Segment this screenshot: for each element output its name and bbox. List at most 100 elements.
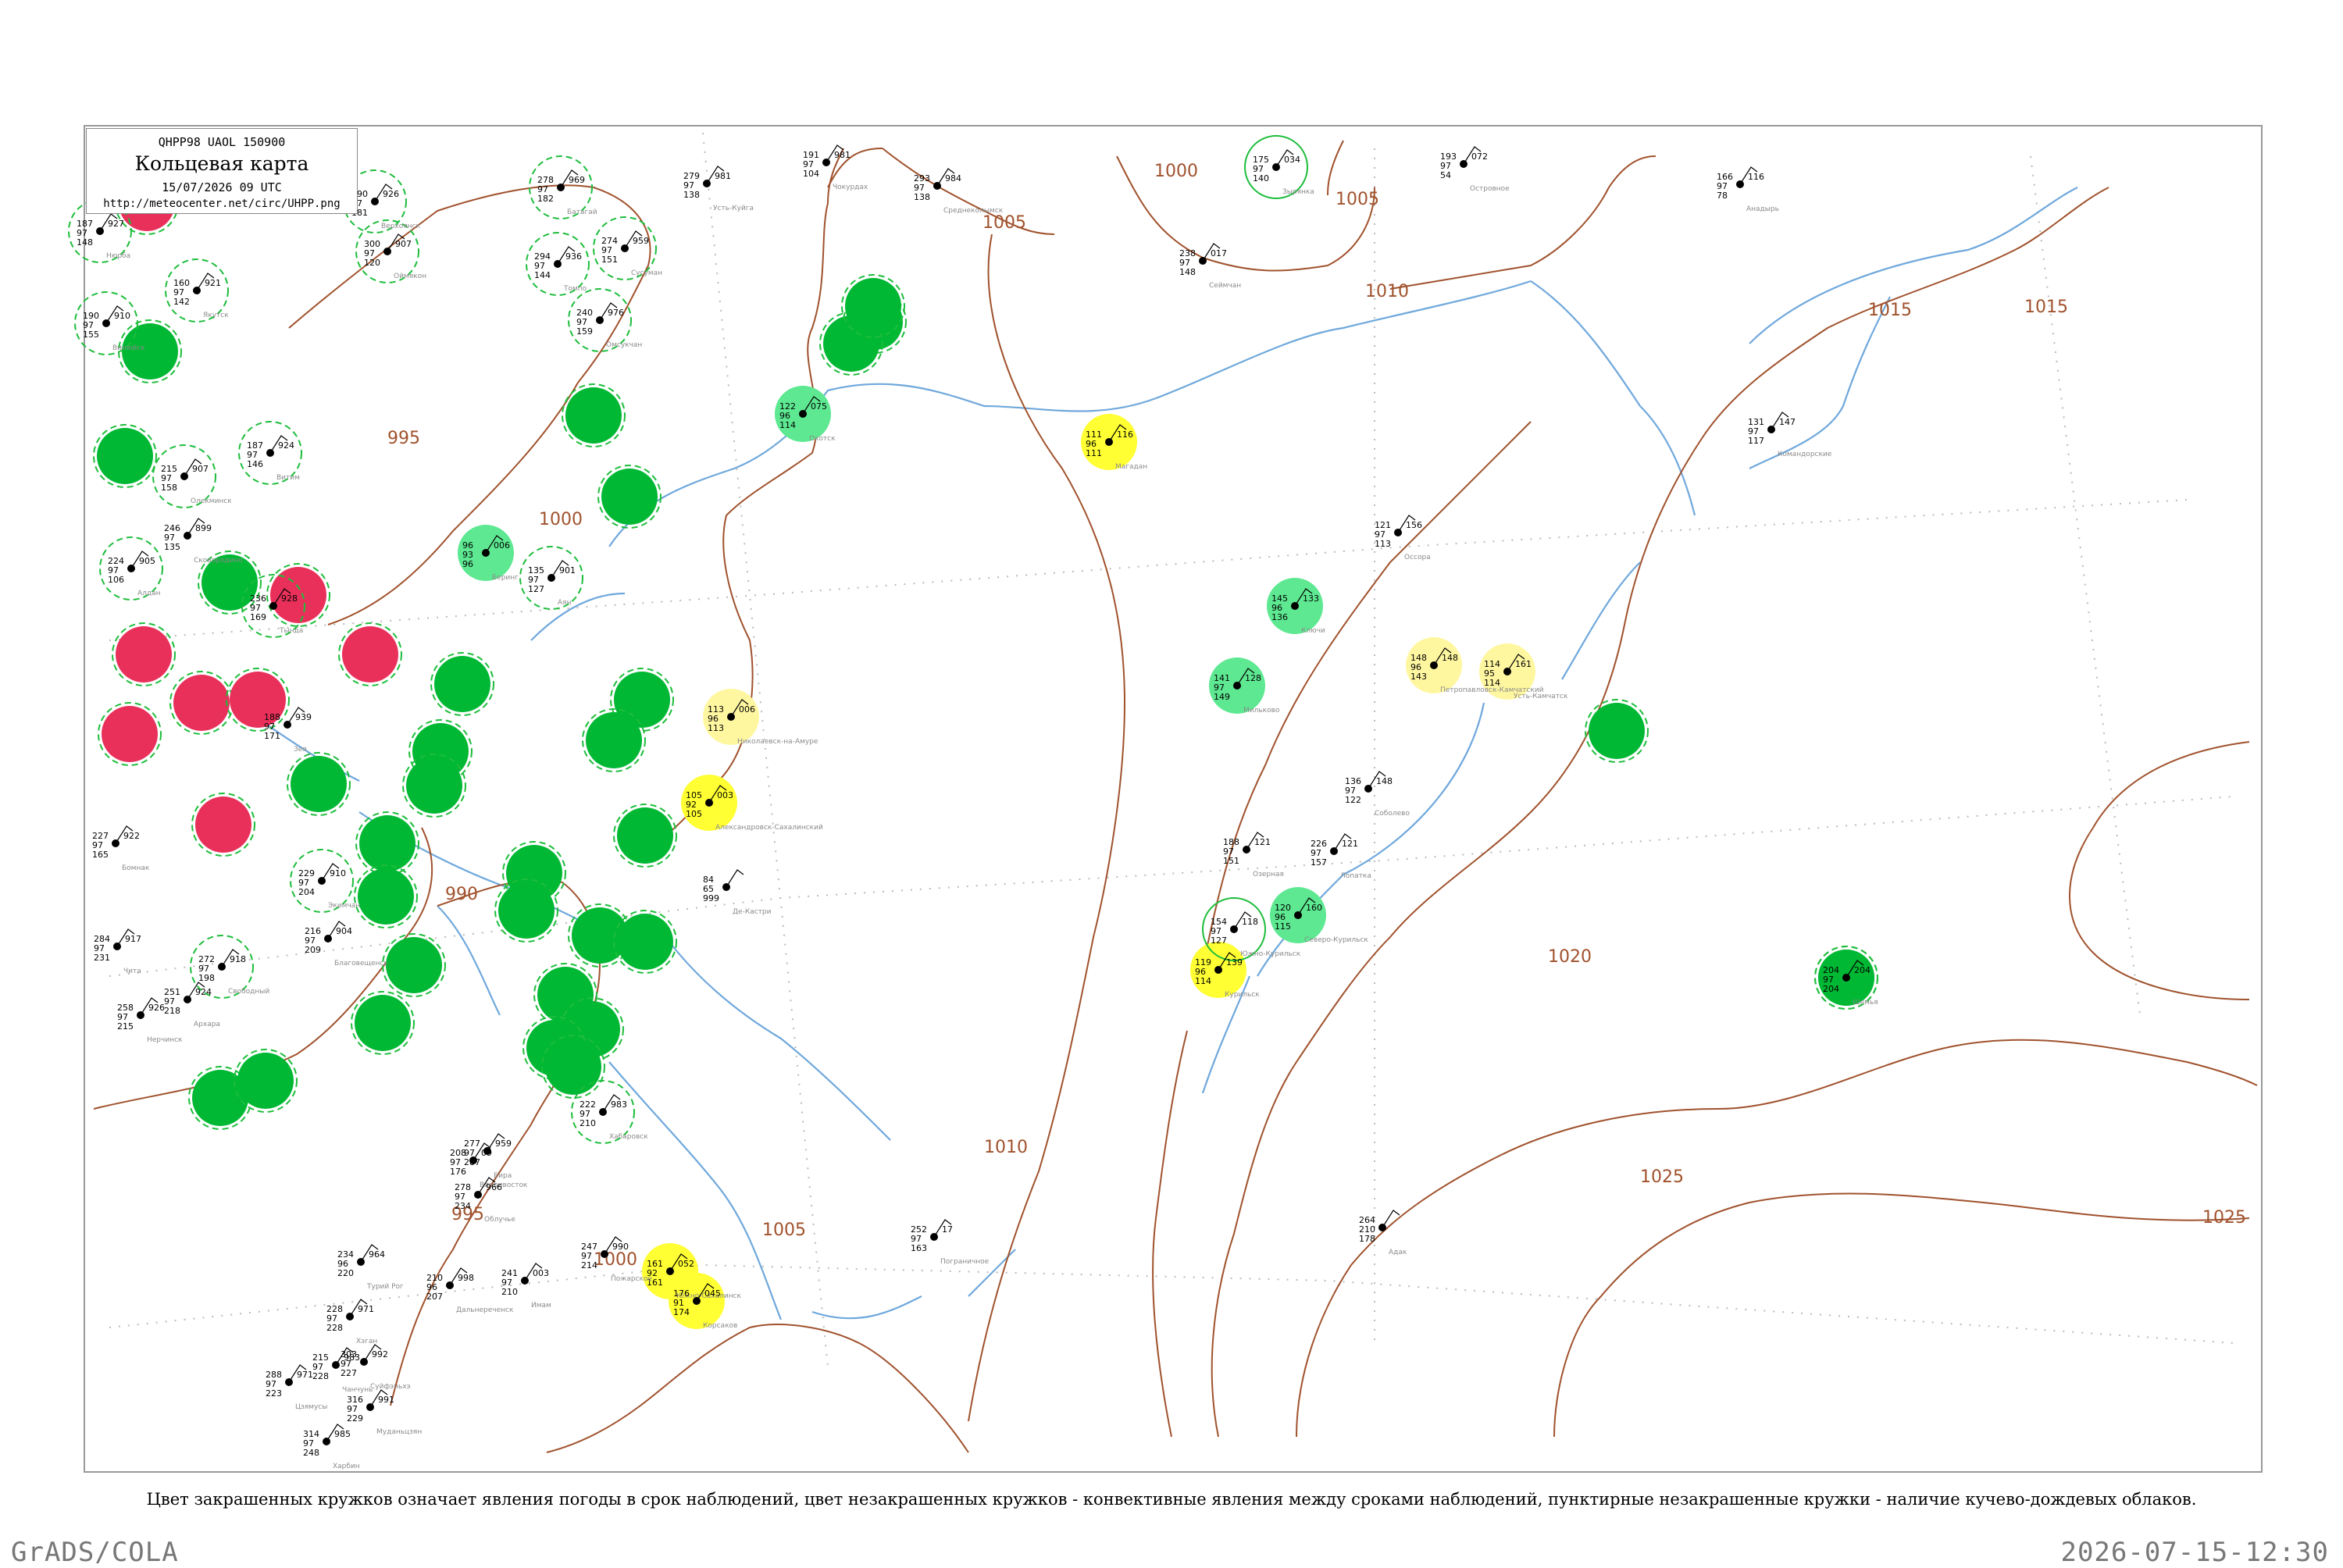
extra-weather-circle-37 [845,278,901,334]
station-value: 905 [139,556,155,566]
station-value: 54 [1440,170,1451,180]
station-name: Сусуман [631,269,662,277]
station-value: 140 [1253,173,1269,184]
station-value: 899 [195,523,212,533]
station-plot-54[interactable]: 25197218924Архара [164,982,220,1028]
station-plot-4[interactable]: 29397138984Среднеколымск [914,168,1004,215]
station-name: Чокурдах [833,184,868,191]
station-plot-6[interactable]: 1939754072Островное [1440,146,1510,193]
station-plot-43[interactable]: 28497231917Чита [94,928,141,975]
station-value: 133 [1303,593,1319,604]
station-plot-61[interactable]: 22897228971Хэган [326,1299,377,1345]
station-plot-63[interactable]: 31497248985Харбин [303,1424,360,1470]
extra-weather-circle-20 [586,712,642,768]
station-plot-48[interactable]: 16097142921Якутск [173,273,229,319]
station-value: 985 [334,1429,351,1439]
station-value: 96 [462,559,473,569]
station-value: 148 [77,237,93,248]
station-plot-64[interactable]: 31697229991Муданьцзян [347,1389,422,1436]
station-value: 936 [565,251,582,262]
extra-weather-circle-28 [386,937,442,993]
station-plot-41[interactable]: 18897171939Зея [264,707,312,754]
station-plot-0[interactable]: 29097181926Верхоянск [351,184,421,230]
station-value: 959 [495,1139,512,1149]
station-value: 198 [198,973,215,983]
station-plot-25[interactable]: 22297210983Хабаровск [580,1094,648,1141]
station-value: 165 [92,850,109,860]
station-name: Верхоянск [381,223,421,230]
station-value: 127 [1211,935,1227,946]
extra-weather-circle-16 [434,656,490,712]
station-plot-57[interactable]: 24197210003Имам [501,1263,551,1310]
station-value: 210 [501,1287,518,1297]
extra-weather-circle-6 [601,469,658,525]
station-plot-47[interactable]: 18797146924Витим [247,435,300,482]
station-plot-42[interactable]: 21697209904Благовещенск [305,921,388,968]
station-plot-27[interactable]: 13197117147Командорские [1748,412,1832,458]
station-plot-32[interactable]: 18897151121Озерная [1223,832,1284,878]
isobar-label-990: 990 [445,885,478,904]
station-name: Де-Кастри [733,908,772,916]
station-value: 991 [378,1395,394,1405]
station-value: 228 [326,1323,343,1333]
station-value: 231 [94,953,110,963]
station-value: 234 [455,1201,471,1211]
station-plot-60[interactable]: 23496220964Турий Рог [337,1244,404,1291]
station-value: 228 [312,1371,329,1381]
station-plot-33[interactable]: 22697157121Лопатка [1311,833,1371,880]
station-plot-2[interactable]: 27997138981Усть-Куйга [683,166,754,212]
station-value: 151 [601,255,618,265]
source-url[interactable]: http://meteocenter.net/circ/UHPP.png [87,198,357,210]
station-value: 135 [164,542,180,552]
station-name: Среднеколымск [943,207,1004,215]
station-name: Усть-Куйга [713,205,754,212]
bulletin-code: QHPP98 UAOL 150900 [158,135,286,149]
extra-weather-circle-5 [565,387,622,444]
station-plot-38[interactable]: 2529716317Пограничное [911,1219,990,1266]
station-name: Свободный [228,988,269,996]
station-plot-45[interactable]: 21597158907Олекминск [161,458,232,505]
station-value: 120 [364,258,380,268]
station-plot-10[interactable]: 29497144936Томпо [534,246,587,293]
station-name: Благовещенск [334,960,388,968]
station-value: 163 [911,1243,927,1253]
isobar-label-1010: 1010 [1365,282,1409,301]
isobar-label-1015b: 1015 [2024,298,2068,317]
station-plot-7[interactable]: 1669778116Анадырь [1717,166,1779,213]
station-value: 169 [250,612,266,622]
station-name: Муданьцзян [376,1428,422,1436]
station-value: 999 [703,893,719,903]
station-value: 075 [811,401,827,412]
station-value: 959 [633,236,649,246]
station-value: 151 [1223,856,1239,866]
station-value: 926 [383,189,399,199]
station-value: 992 [372,1349,388,1360]
station-value: 157 [1311,857,1327,868]
station-plot-1[interactable]: 27897182969Батагай [537,169,597,216]
station-plot-46[interactable]: 22497106905Алдан [108,551,161,597]
station-value: 156 [1406,520,1422,530]
station-plot-8[interactable]: 23897148017Сеймчан [1179,243,1241,290]
station-name: Бомнак [122,864,150,872]
station-name: Александровск-Сахалинский [715,824,823,832]
station-plot-51[interactable]: 22797165922Бомнак [92,825,150,872]
extra-weather-circle-10 [116,626,172,682]
weather-ring-map: 995 1000 1005 1000 1005 1010 1015 1015 1… [68,125,2263,1473]
station-name: Зея [294,746,307,754]
station-value: 122 [1345,795,1361,805]
station-plot-31[interactable]: 12197113156Оссора [1375,515,1431,561]
station-plot-11[interactable]: 27497151959Сусуман [601,230,662,277]
station-plot-12[interactable]: 24097159976Омсукчан [576,302,642,349]
station-name: Дальнереченск [456,1306,514,1314]
station-plot-39[interactable]: 24697135899Сковородино [164,518,243,565]
station-value: 964 [369,1249,385,1260]
station-value: 182 [537,194,554,204]
station-name: Николаевск-на-Амуре [737,738,818,746]
station-plot-37[interactable]: 8465999Де-Кастри [703,869,772,916]
station-name: Мильково [1243,707,1280,715]
station-plot-30[interactable]: 13697122148Соболево [1345,771,1410,818]
station-value: 160 [1306,903,1322,913]
station-name: Нюрба [106,252,130,260]
station-value: 114 [779,420,796,430]
station-plot-15[interactable]: 13597127901Аян [528,560,576,607]
